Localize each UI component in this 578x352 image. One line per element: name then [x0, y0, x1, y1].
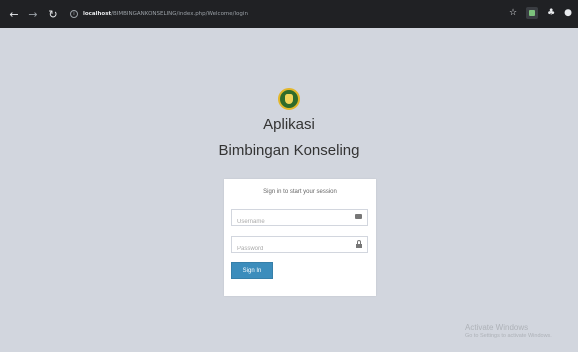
lock-icon: [356, 240, 362, 248]
app-title-line1: Aplikasi: [263, 116, 315, 133]
back-arrow-icon[interactable]: ←: [7, 9, 21, 20]
app-title-line2: Bimbingan Konseling: [218, 142, 360, 159]
browser-toolbar: ← → ↻ i localhost/BIMBINGANKONSELING/ind…: [0, 0, 578, 28]
envelope-icon: [355, 214, 362, 219]
puzzle-icon[interactable]: ♣: [547, 7, 555, 19]
sign-in-button[interactable]: Sign In: [231, 262, 273, 279]
username-input[interactable]: [232, 214, 347, 230]
profile-icon[interactable]: ●: [564, 7, 572, 19]
url-text[interactable]: localhost/BIMBINGANKONSELING/index.php/W…: [83, 11, 248, 17]
watermark-subtitle: Go to Settings to activate Windows.: [465, 333, 552, 339]
school-logo-icon: [278, 88, 300, 110]
site-info-icon[interactable]: i: [70, 10, 78, 18]
password-input[interactable]: [232, 241, 347, 257]
watermark-title: Activate Windows: [465, 323, 529, 332]
extension-icon[interactable]: [526, 7, 539, 19]
username-field[interactable]: [231, 209, 368, 230]
windows-activation-watermark: Activate Windows Go to Settings to activ…: [465, 323, 552, 339]
address-bar[interactable]: i localhost/BIMBINGANKONSELING/index.php…: [70, 7, 248, 21]
reload-icon[interactable]: ↻: [46, 9, 60, 20]
url-host: localhost: [83, 11, 112, 17]
login-box-message: Sign in to start your session: [263, 189, 337, 195]
forward-arrow-icon[interactable]: →: [26, 9, 40, 20]
url-path: /BIMBINGANKONSELING/index.php/Welcome/lo…: [111, 11, 248, 17]
password-field[interactable]: [231, 236, 368, 257]
app-brand: Aplikasi Bimbingan Konseling: [0, 88, 578, 159]
star-icon[interactable]: ☆: [509, 7, 517, 19]
